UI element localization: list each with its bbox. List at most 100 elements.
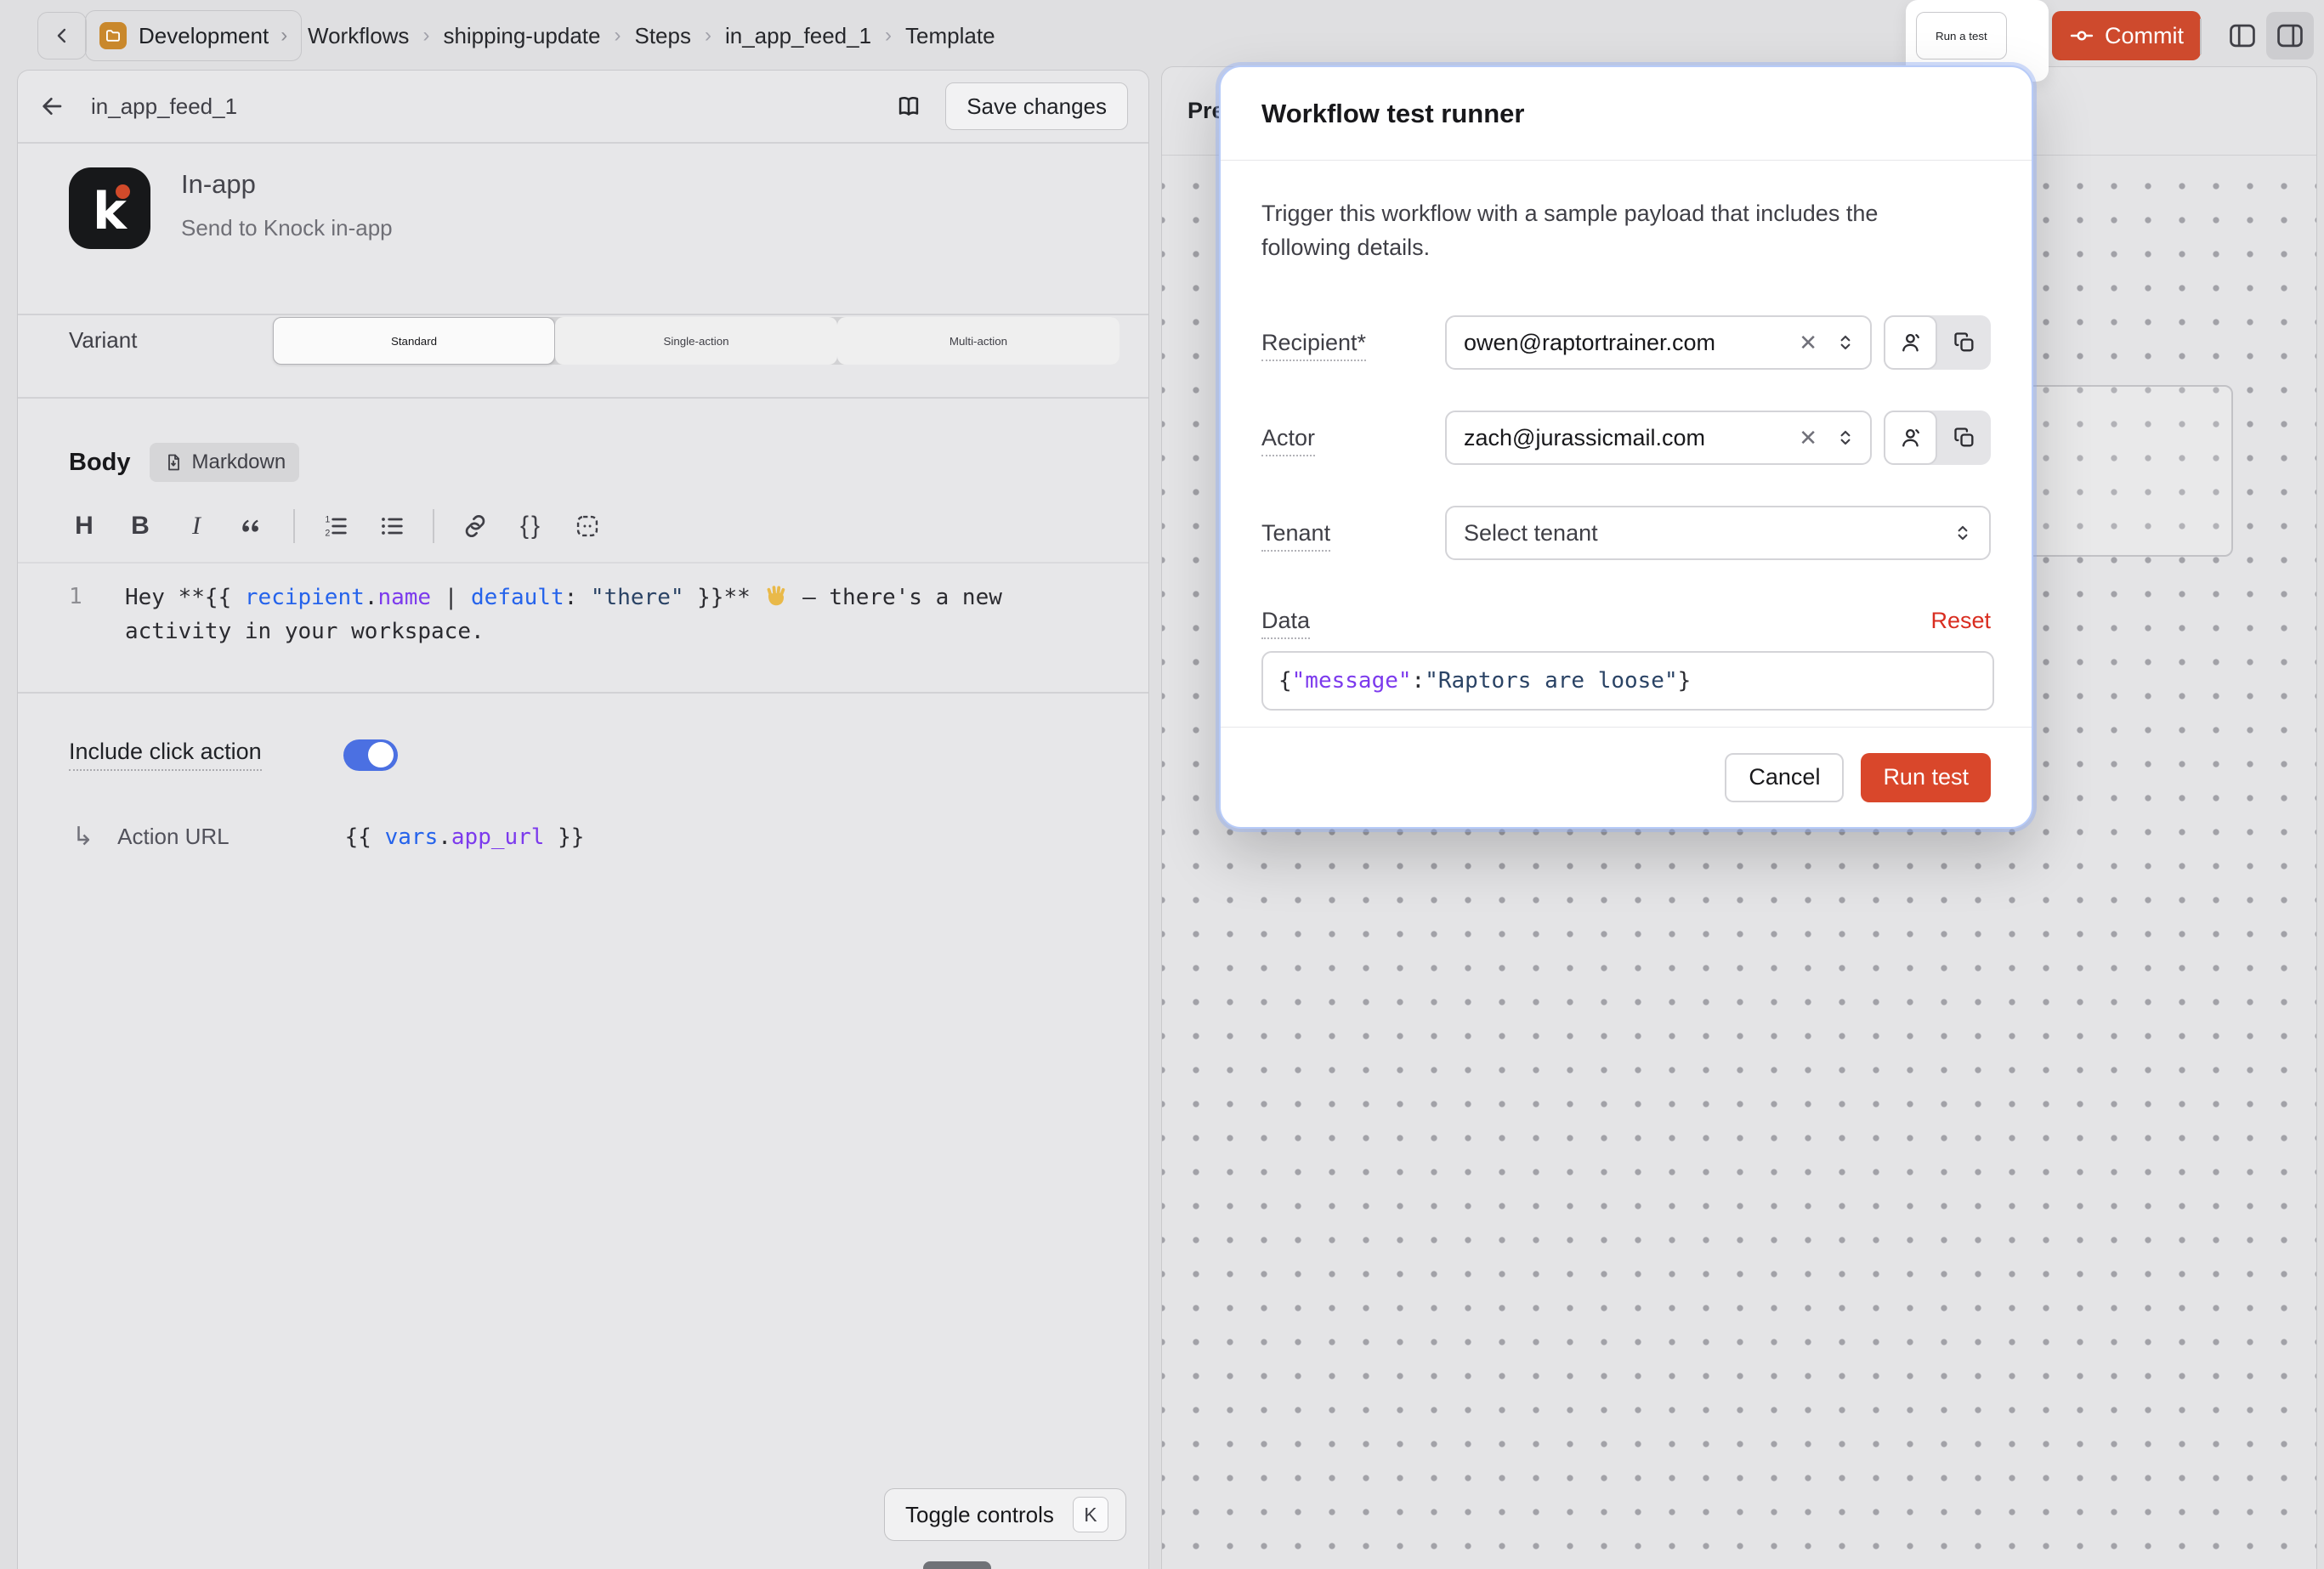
code-segment: }} (544, 824, 584, 850)
recipient-chevron-updown-icon[interactable] (1834, 331, 1856, 354)
knock-logo-dot (116, 184, 130, 199)
actor-combobox[interactable]: zach@jurassicmail.com ✕ (1445, 411, 1872, 465)
topbar-divider (2200, 19, 2202, 54)
toggle-left-panel-button[interactable] (2219, 12, 2266, 59)
branch-arrow-icon: ↳ (72, 822, 94, 852)
commit-icon (2069, 23, 2094, 48)
markdown-file-icon (163, 452, 184, 473)
link-button[interactable] (453, 506, 497, 547)
breadcrumb-separator: › (705, 24, 711, 48)
tenant-label: Tenant (1261, 520, 1330, 552)
recipient-clear-button[interactable]: ✕ (1794, 330, 1822, 356)
body-section-header: Body Markdown (69, 443, 299, 482)
top-bar: Development › Workflows › shipping-update ›… (0, 0, 2324, 71)
tenant-select[interactable]: Select tenant (1445, 506, 1991, 560)
bold-icon: B (131, 512, 150, 541)
variable-braces-button[interactable]: {} (509, 506, 553, 547)
editor-back-button[interactable] (38, 93, 65, 120)
docs-button[interactable] (894, 92, 923, 121)
modal-body: Trigger this workflow with a sample payl… (1221, 161, 2032, 711)
code-segment: Hey **{{ (125, 585, 245, 610)
code-segment: "message" (1292, 668, 1412, 694)
breadcrumb-item-workflows[interactable]: Workflows (308, 23, 409, 49)
divider (18, 562, 1148, 564)
actor-row: Actor zach@jurassicmail.com ✕ (1261, 411, 1991, 465)
recipient-label: Recipient* (1261, 330, 1366, 361)
commit-label: Commit (2105, 23, 2184, 49)
data-label-row: Data Reset (1261, 608, 1991, 634)
recipient-user-mode-button[interactable] (1884, 315, 1937, 370)
divider (18, 314, 1148, 315)
tenant-row: Tenant Select tenant (1261, 506, 1991, 560)
breadcrumb-separator: › (422, 24, 429, 48)
data-json-input[interactable]: {"message": "Raptors are loose"} (1261, 651, 1994, 711)
recipient-copy-button[interactable] (1937, 315, 1991, 370)
recipient-combobox[interactable]: owen@raptortrainer.com ✕ (1445, 315, 1872, 370)
wave-emoji-icon (763, 585, 789, 610)
commit-button[interactable]: Commit (2052, 11, 2201, 60)
save-changes-button[interactable]: Save changes (945, 82, 1128, 130)
code-block-button[interactable] (565, 506, 609, 547)
bold-button[interactable]: B (118, 506, 162, 547)
format-badge: Markdown (150, 443, 300, 482)
toggle-controls-label: Toggle controls (905, 1502, 1054, 1528)
toggle-controls-button[interactable]: Toggle controls K (884, 1488, 1126, 1541)
chevron-left-icon (50, 24, 74, 48)
book-icon (894, 92, 923, 121)
chevron-right-icon: › (281, 24, 287, 48)
blockquote-button[interactable] (230, 506, 275, 547)
breadcrumb-separator: › (885, 24, 892, 48)
bullet-list-button[interactable] (370, 506, 414, 547)
action-url-row: ↳ Action URL {{ vars.app_url }} (72, 822, 584, 852)
breadcrumb-item-template[interactable]: Template (905, 23, 995, 49)
variant-option-standard[interactable]: Standard (273, 317, 555, 365)
actor-clear-button[interactable]: ✕ (1794, 425, 1822, 451)
modal-description: Trigger this workflow with a sample payl… (1261, 196, 1941, 264)
include-click-action-label: Include click action (69, 739, 262, 771)
include-click-action-row: Include click action (69, 739, 398, 771)
channel-description: Send to Knock in-app (181, 215, 393, 241)
code-segment: . (365, 585, 378, 610)
code-block-icon (574, 513, 601, 540)
body-label: Body (69, 449, 131, 477)
variant-option-multi-action[interactable]: Multi-action (837, 317, 1119, 365)
breadcrumb-item-in-app-feed-1[interactable]: in_app_feed_1 (725, 23, 871, 49)
run-test-button[interactable]: Run test (1861, 753, 1991, 802)
variant-segmented-control: StandardSingle-actionMulti-action (273, 317, 1119, 365)
editor-header: in_app_feed_1 Save changes (18, 71, 1148, 142)
italic-button[interactable]: I (174, 506, 218, 547)
actor-copy-button[interactable] (1937, 411, 1991, 465)
link-icon (462, 513, 489, 540)
template-editor-panel: in_app_feed_1 Save changes k In-app Send… (17, 70, 1149, 1569)
svg-text:2: 2 (325, 528, 330, 538)
environment-label: Development (139, 23, 269, 49)
breadcrumb-item-shipping-update[interactable]: shipping-update (443, 23, 600, 49)
workflow-test-runner-modal: Workflow test runner Trigger this workfl… (1219, 65, 2033, 829)
ordered-list-icon: 12 (322, 513, 349, 540)
recipient-mode-group (1884, 315, 1991, 370)
code-segment: {{ (345, 824, 385, 850)
code-segment: { (1278, 668, 1292, 694)
variable-braces-icon: {} (520, 512, 542, 541)
breadcrumb-separator: › (614, 24, 621, 48)
include-click-action-toggle[interactable] (343, 739, 398, 771)
divider (18, 397, 1148, 399)
variant-option-single-action[interactable]: Single-action (555, 317, 837, 365)
back-button[interactable] (37, 12, 87, 59)
preview-content-outline (2012, 385, 2233, 557)
reset-button[interactable]: Reset (1930, 608, 1991, 634)
body-code[interactable]: Hey **{{ recipient.name | default: "ther… (125, 581, 1094, 649)
actor-user-mode-button[interactable] (1884, 411, 1937, 465)
cancel-button[interactable]: Cancel (1725, 753, 1844, 802)
divider (18, 142, 1148, 144)
ordered-list-button[interactable]: 12 (314, 506, 358, 547)
actor-value: zach@jurassicmail.com (1464, 425, 1782, 451)
run-a-test-button[interactable]: Run a test (1916, 12, 2007, 59)
toggle-right-panel-button[interactable] (2266, 12, 2314, 59)
heading-button[interactable]: H (62, 506, 106, 547)
recipient-row: Recipient* owen@raptortrainer.com ✕ (1261, 315, 1991, 370)
actor-chevron-updown-icon[interactable] (1834, 427, 1856, 449)
breadcrumb-item-steps[interactable]: Steps (634, 23, 691, 49)
environment-switcher[interactable]: Development › (85, 10, 302, 61)
action-url-value[interactable]: {{ vars.app_url }} (345, 824, 585, 850)
